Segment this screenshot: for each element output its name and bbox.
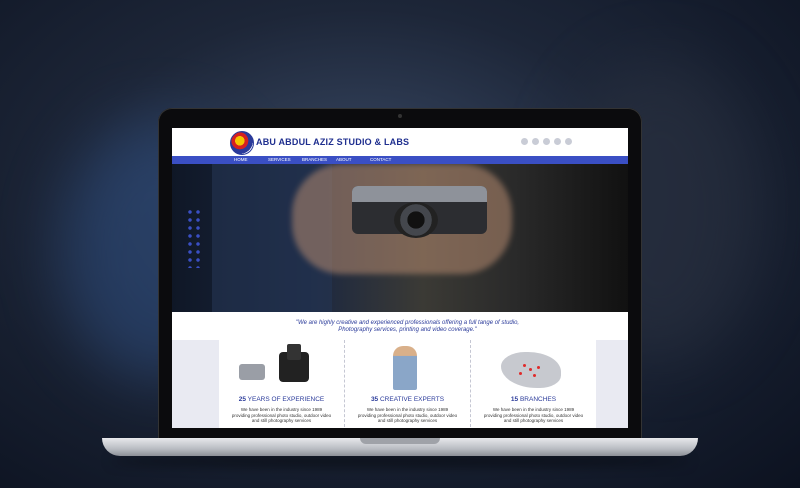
hero-camera-top bbox=[352, 186, 487, 202]
webcam bbox=[398, 114, 402, 118]
feature-title: 35 CREATIVE EXPERTS bbox=[345, 396, 470, 403]
laptop-screen: ABU ABDUL AZIZ STUDIO & LABS HOME SERVIC… bbox=[172, 128, 628, 428]
laptop-notch bbox=[360, 438, 440, 444]
map-pin-icon bbox=[529, 368, 532, 371]
features-side-left bbox=[172, 340, 219, 428]
nav-home[interactable]: HOME bbox=[234, 156, 268, 164]
map-pin-icon bbox=[519, 372, 522, 375]
social-icon[interactable] bbox=[565, 138, 572, 145]
feature-experts: 35 CREATIVE EXPERTS We have been in the … bbox=[345, 340, 471, 428]
feature-title: 15 BRANCHES bbox=[471, 396, 596, 403]
social-icon[interactable] bbox=[532, 138, 539, 145]
features-row: 25 YEARS OF EXPERIENCE We have been in t… bbox=[219, 340, 596, 428]
feature-number: 35 bbox=[370, 396, 379, 403]
feature-description: We have been in the industry since 1989 … bbox=[231, 407, 332, 423]
cameras-illustration bbox=[219, 344, 344, 390]
feature-label: YEARS OF EXPERIENCE bbox=[247, 396, 325, 403]
camera-dslr-icon bbox=[279, 344, 309, 382]
feature-description: We have been in the industry since 1989 … bbox=[357, 407, 458, 423]
laptop-shadow bbox=[110, 456, 690, 466]
studio-logo-icon[interactable] bbox=[230, 131, 254, 155]
social-icon[interactable] bbox=[521, 138, 528, 145]
feature-number: 25 bbox=[238, 396, 246, 403]
hero-image bbox=[172, 164, 628, 312]
nav-branches[interactable]: BRANCHES bbox=[302, 156, 336, 164]
tagline-quote: "We are highly creative and experienced … bbox=[295, 320, 520, 333]
social-links bbox=[521, 138, 572, 145]
feature-title: 25 YEARS OF EXPERIENCE bbox=[219, 396, 344, 403]
map-illustration bbox=[471, 344, 596, 390]
feature-label: BRANCHES bbox=[519, 396, 557, 403]
nav-contact[interactable]: CONTACT bbox=[370, 156, 404, 164]
feature-description: We have been in the industry since 1989 … bbox=[483, 407, 584, 423]
photographer-illustration bbox=[345, 344, 470, 390]
feature-experience: 25 YEARS OF EXPERIENCE We have been in t… bbox=[219, 340, 345, 428]
map-pin-icon bbox=[523, 364, 526, 367]
map-pin-icon bbox=[537, 366, 540, 369]
feature-label: CREATIVE EXPERTS bbox=[379, 396, 445, 403]
feature-number: 15 bbox=[510, 396, 519, 403]
map-pin-icon bbox=[533, 374, 536, 377]
hero-camera-lens bbox=[394, 202, 438, 238]
site-brand[interactable]: ABU ABDUL AZIZ STUDIO & LABS bbox=[256, 137, 409, 147]
main-nav: HOME SERVICES BRANCHES ABOUT CONTACT bbox=[172, 156, 628, 164]
nav-services[interactable]: SERVICES bbox=[268, 156, 302, 164]
social-icon[interactable] bbox=[554, 138, 561, 145]
features-side-right bbox=[596, 340, 628, 428]
feature-branches: 15 BRANCHES We have been in the industry… bbox=[471, 340, 596, 428]
camera-small-icon bbox=[239, 364, 265, 380]
photographer-icon bbox=[393, 346, 417, 390]
site-header: ABU ABDUL AZIZ STUDIO & LABS bbox=[172, 128, 628, 156]
nav-about[interactable]: ABOUT bbox=[336, 156, 370, 164]
hero-dot-pattern bbox=[186, 208, 204, 268]
laptop-base bbox=[102, 438, 698, 456]
laptop-lid: ABU ABDUL AZIZ STUDIO & LABS HOME SERVIC… bbox=[158, 108, 642, 440]
social-icon[interactable] bbox=[543, 138, 550, 145]
quote-box: "We are highly creative and experienced … bbox=[219, 314, 596, 340]
